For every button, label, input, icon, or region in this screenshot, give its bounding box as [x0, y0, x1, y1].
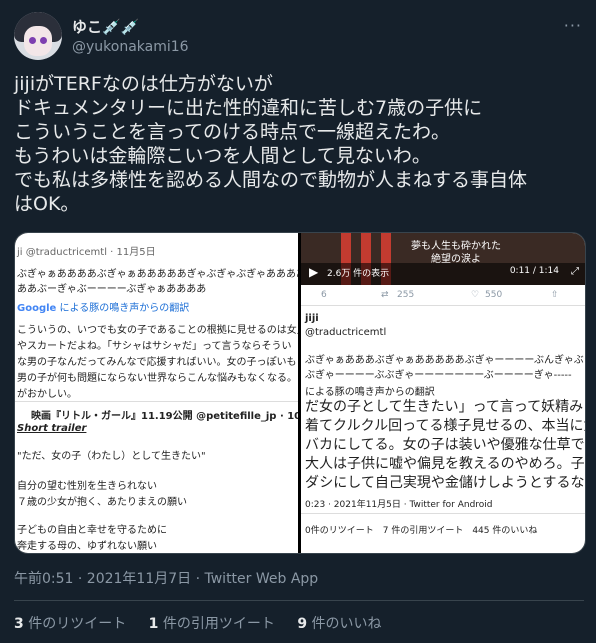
tweet-text-line: ぶぎゃーーーーぶぶぎゃーーーーーーーぶーーーーぎゃ-----: [305, 370, 572, 381]
quoted-text-line: "ただ、女の子（わたし）として生きたい": [17, 451, 206, 462]
tweet-stats: 3 件のリツイート 1 件の引用ツイート 9 件のいいね: [14, 613, 382, 633]
tweet-media[interactable]: ji @traductricemtl · 11月5日 ぶぎゃぁああああぶぎゃぁあ…: [14, 232, 586, 554]
quoted-header: ji @traductricemtl · 11月5日: [17, 247, 156, 258]
tweet-text-line: バカにしてる。女の子は装いや優雅な仕草では: [305, 437, 585, 453]
tweet-header: ゆこ💉💉 @yukonakami16 ···: [14, 8, 582, 62]
view-count: 2.6万 件の表示: [327, 269, 390, 279]
tweet-text-line: ドキュメンタリーに出た性的違和に苦しむ7歳の子供に: [14, 97, 483, 119]
retweet-count: 255: [397, 290, 415, 300]
tweet-text: jijiがTERFなのは仕方がないが ドキュメンタリーに出た性的違和に苦しむ7歳…: [14, 72, 584, 216]
author-handle: @traductricemtl: [305, 327, 387, 338]
left-screenshot-image[interactable]: ji @traductricemtl · 11月5日 ぶぎゃぁああああぶぎゃぁあ…: [15, 233, 298, 553]
quoted-text-line: こういうの、いつでも女の子であることの根拠に見せるのは女児: [17, 325, 298, 336]
quoted-text-line: ああぶーぎゃぶーーーーぶぎゃぁああああ: [17, 284, 207, 295]
reply-count: 6: [321, 290, 327, 300]
quoted-text-line: がおかしい。: [17, 389, 77, 400]
like-label[interactable]: 件のいいね: [312, 616, 382, 632]
like-count[interactable]: 9: [297, 616, 307, 632]
video-caption-line: 夢も人生も砕かれた: [411, 241, 501, 252]
quoted-text-line: 自分の望む性別を生きられない: [17, 481, 157, 492]
tweet-text-line: もうわいは金輪際こいつを人間として見ないわ。: [14, 145, 431, 167]
tweet-timestamp[interactable]: 午前0:51 · 2021年11月7日 · Twitter Web App: [14, 568, 318, 588]
tweet-footer-stats: 0件のリツイート 7 件の引用ツイート 445 件のいいね: [305, 526, 538, 536]
video-time: 0:11 / 1:14: [509, 266, 559, 276]
tweet-meta: 0:23 · 2021年11月5日 · Twitter for Android: [305, 500, 493, 510]
author-name: jiji: [305, 313, 319, 324]
tweet-text-line: ダシにして自己実現や金儲けしようとするな。: [305, 475, 585, 491]
share-icon: ⇧: [551, 290, 559, 300]
like-count: 550: [485, 290, 503, 300]
divider: [14, 600, 584, 601]
quoted-text-line: ７歳の少女が抱く、あたりまえの願い: [17, 497, 187, 508]
tweet-text-line: 着てクルクル回ってる様子見せるの、本当に女: [305, 418, 585, 434]
more-options-icon[interactable]: ···: [564, 16, 582, 35]
tweet-text-line: でも私は多様性を認める人間なので動物が人まねする事自体: [14, 169, 528, 191]
quote-count[interactable]: 1: [149, 616, 159, 632]
short-trailer-label: Short trailer: [17, 423, 87, 434]
translation-label: Google による豚の鳴き声からの翻訳: [17, 299, 189, 314]
right-screenshot-image[interactable]: 夢も人生も砕かれた 絶望の涙よ ▶ 2.6万 件の表示 0:11 / 1:14 …: [301, 233, 585, 553]
tweet-text-line: 大人は子供に嘘や偏見を教えるのやめろ。子供: [305, 456, 585, 472]
retweet-label[interactable]: 件のリツイート: [28, 616, 126, 632]
retweet-count[interactable]: 3: [14, 616, 24, 632]
tweet-text-line: jijiがTERFなのは仕方がないが: [14, 73, 273, 95]
translation-text: による豚の鳴き声からの翻訳: [59, 303, 190, 314]
tweet-text-line: こういうことを言ってのける時点で一線超えたわ。: [14, 121, 451, 143]
quoted-text-line: 男の子が何も問題にならない世界ならこんな悩みもなくなる。: [17, 373, 297, 384]
quoted-text-line: やスカートだよね。「サシャはサシャだ」って言うならそうい: [17, 341, 292, 352]
quote-label[interactable]: 件の引用ツイート: [163, 616, 275, 632]
like-icon: ♡: [471, 290, 480, 300]
quoted-text-line: 奔走する母の、ゆずれない願い: [17, 541, 157, 552]
quoted-text-line: な男の子なんだってみんなで応援すればいい。女の子っぽいも: [17, 357, 297, 368]
tweet-text-line: ぶぎゃぁあああぶぎゃぁあああああぶぎゃーーーーぶんぎゃぶぎゃぁ: [305, 355, 585, 366]
quoted-text-line: ぶぎゃぁああああぶぎゃぁあああああぎゃぶぎゃぶぎゃああああ: [17, 269, 298, 280]
retweet-icon: ⇄: [381, 290, 389, 300]
tweet-text-line: だ女の子として生きたい」って言って妖精み: [305, 399, 584, 415]
display-name[interactable]: ゆこ💉💉: [72, 16, 139, 37]
google-logo: Google: [17, 303, 57, 314]
avatar[interactable]: [14, 12, 62, 60]
user-handle[interactable]: @yukonakami16: [72, 39, 189, 55]
tweet-text-line: はOK。: [14, 193, 80, 215]
quoted-text-line: 子どもの自由と幸せを守るために: [17, 525, 167, 536]
play-icon[interactable]: ▶: [309, 265, 318, 279]
fullscreen-icon[interactable]: ⤢: [571, 266, 579, 277]
video-player[interactable]: 夢も人生も砕かれた 絶望の涙よ ▶ 2.6万 件の表示 0:11 / 1:14 …: [301, 233, 585, 285]
quoted-movie-header: 映画『リトル・ガール』11.19公開 @petitefille_jp · 10月…: [31, 411, 298, 422]
